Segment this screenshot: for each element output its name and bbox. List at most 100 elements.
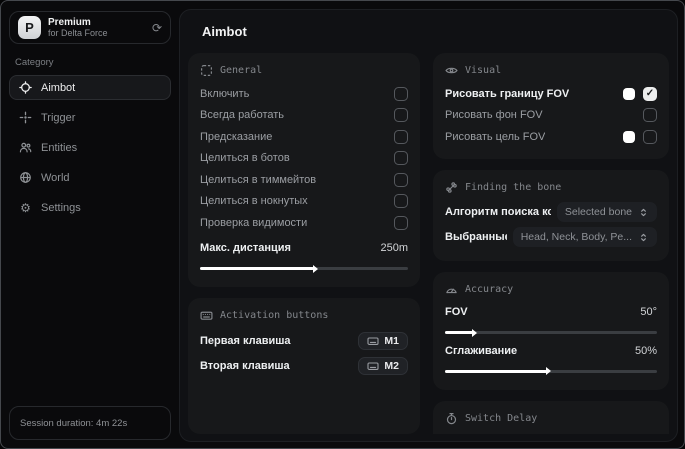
selected-bones-value: Head, Neck, Body, Pe... <box>520 231 632 243</box>
accuracy-card-header: Accuracy <box>445 283 657 296</box>
crosshair-icon <box>19 81 32 94</box>
bone-algorithm-row: Алгоритм поиска костей Selected bone <box>445 200 657 225</box>
general-card-title: General <box>220 65 263 76</box>
fov-border-color-swatch[interactable] <box>623 87 635 100</box>
switch-delay-card: Switch Delay Задержка переключения Задер… <box>433 400 669 435</box>
activation-card: Activation buttons Первая клавиша M1 Вто… <box>188 298 420 434</box>
setting-row-prediction: Предсказание <box>200 126 408 148</box>
visibility-check-checkbox[interactable] <box>394 215 408 230</box>
fov-slider[interactable] <box>445 331 657 334</box>
draw-fov-border-controls <box>623 86 657 101</box>
dashed-square-icon <box>200 64 213 77</box>
accuracy-card-title: Accuracy <box>465 283 514 295</box>
setting-row-target-teammates: Целиться в тиммейтов <box>200 169 408 191</box>
users-icon <box>19 141 32 154</box>
sidebar: P Premium for Delta Force ⟳ Category Aim… <box>1 1 179 448</box>
sidebar-item-label: Trigger <box>41 111 76 124</box>
second-key-label: Вторая клавиша <box>200 359 290 372</box>
sidebar-item-label: World <box>41 171 70 184</box>
smoothing-label: Сглаживание <box>445 344 518 357</box>
stopwatch-icon <box>445 412 458 425</box>
setting-label: Проверка видимости <box>200 216 308 229</box>
left-column: General Включить Всегда работать Предска… <box>188 53 420 434</box>
session-duration: Session duration: 4m 22s <box>9 406 171 440</box>
globe-icon <box>19 171 32 184</box>
sidebar-nav: Aimbot Trigger Entities World ⚙ Settings <box>9 75 171 220</box>
smoothing-row: Сглаживание 50% <box>445 340 657 362</box>
setting-label: Целиться в ботов <box>200 152 290 165</box>
first-key-row: Первая клавиша M1 <box>200 328 408 353</box>
slider-fill <box>200 267 315 270</box>
keyboard-icon <box>200 309 213 322</box>
draw-fov-target-row: Рисовать цель FOV <box>445 126 657 148</box>
eye-icon <box>445 64 458 77</box>
enable-checkbox[interactable] <box>394 86 408 101</box>
always-work-checkbox[interactable] <box>394 108 408 123</box>
sidebar-item-trigger[interactable]: Trigger <box>9 105 171 130</box>
sidebar-item-settings[interactable]: ⚙ Settings <box>9 195 171 220</box>
fov-block: FOV 50° <box>445 302 657 334</box>
selected-bones-label: Выбранные кости <box>445 231 507 243</box>
bone-card-header: Finding the bone <box>445 181 657 194</box>
target-knocked-checkbox[interactable] <box>394 194 408 209</box>
fov-row: FOV 50° <box>445 302 657 324</box>
app-window: P Premium for Delta Force ⟳ Category Aim… <box>0 0 685 449</box>
setting-row-target-bots: Целиться в ботов <box>200 148 408 170</box>
target-bots-checkbox[interactable] <box>394 151 408 166</box>
gear-icon: ⚙ <box>20 200 31 215</box>
max-distance-slider[interactable] <box>200 267 408 270</box>
selected-bones-select[interactable]: Head, Neck, Body, Pe... <box>512 227 657 247</box>
sidebar-item-entities[interactable]: Entities <box>9 135 171 160</box>
draw-fov-border-row: Рисовать границу FOV <box>445 83 657 105</box>
target-teammates-checkbox[interactable] <box>394 172 408 187</box>
sidebar-item-world[interactable]: World <box>9 165 171 190</box>
visual-card-header: Visual <box>445 64 657 77</box>
max-distance-label: Макс. дистанция <box>200 242 291 255</box>
setting-label: Предсказание <box>200 130 273 143</box>
refresh-icon[interactable]: ⟳ <box>152 22 162 34</box>
chevrons-up-down-icon <box>638 207 649 218</box>
sidebar-item-label: Settings <box>41 201 81 214</box>
max-distance-row: Макс. дистанция 250m <box>200 238 408 260</box>
draw-fov-border-label: Рисовать границу FOV <box>445 87 570 100</box>
draw-fov-fill-checkbox[interactable] <box>643 108 657 123</box>
first-key-bind-button[interactable]: M1 <box>358 331 408 350</box>
draw-fov-border-checkbox[interactable] <box>643 86 657 101</box>
setting-label: Целиться в тиммейтов <box>200 173 317 186</box>
second-key-row: Вторая клавиша M2 <box>200 353 408 378</box>
sidebar-brand-card: P Premium for Delta Force ⟳ <box>9 11 171 44</box>
draw-fov-fill-row: Рисовать фон FOV <box>445 105 657 127</box>
smoothing-slider[interactable] <box>445 369 657 373</box>
brand-subtitle: for Delta Force <box>48 28 108 39</box>
session-duration-text: Session duration: 4m 22s <box>20 417 128 429</box>
general-card-header: General <box>200 64 408 77</box>
switch-delay-card-title: Switch Delay <box>465 412 538 424</box>
first-key-value: M1 <box>384 334 399 347</box>
main-panel: Aimbot General Включить Всегда работать … <box>179 9 678 442</box>
prediction-checkbox[interactable] <box>394 129 408 144</box>
switch-delay-card-header: Switch Delay <box>445 412 657 425</box>
setting-row-always-work: Всегда работать <box>200 105 408 127</box>
keyboard-icon <box>367 360 379 372</box>
fov-target-color-swatch[interactable] <box>623 130 635 143</box>
sidebar-item-aimbot[interactable]: Aimbot <box>9 75 171 100</box>
brand-text: Premium for Delta Force <box>48 17 108 39</box>
bone-icon <box>445 181 458 194</box>
first-key-label: Первая клавиша <box>200 334 291 347</box>
brand-title: Premium <box>48 16 91 28</box>
bone-card-title: Finding the bone <box>465 181 562 193</box>
draw-fov-target-controls <box>623 129 657 144</box>
setting-row-enable: Включить <box>200 83 408 105</box>
selected-bones-row: Выбранные кости Head, Neck, Body, Pe... <box>445 225 657 250</box>
draw-fov-target-checkbox[interactable] <box>643 129 657 144</box>
page-title: Aimbot <box>202 24 247 39</box>
setting-label: Всегда работать <box>200 109 285 122</box>
category-label: Category <box>15 57 54 68</box>
draw-fov-fill-controls <box>643 108 657 123</box>
bone-algorithm-select[interactable]: Selected bone <box>556 202 657 222</box>
bone-algorithm-label: Алгоритм поиска костей <box>445 206 551 218</box>
gauge-icon <box>445 283 458 296</box>
second-key-bind-button[interactable]: M2 <box>358 356 408 375</box>
switch-delay-enable-row: Задержка переключения <box>445 431 657 435</box>
chevrons-up-down-icon <box>638 232 649 243</box>
